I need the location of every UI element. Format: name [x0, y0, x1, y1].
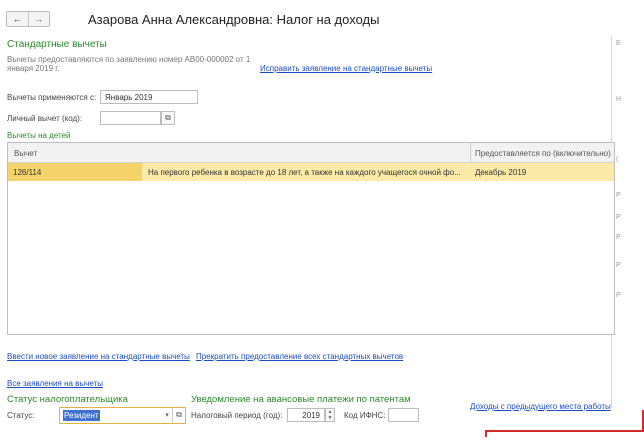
tax-period-label: Налоговый период (год):	[191, 411, 283, 420]
right-edge-mark: Р	[616, 292, 621, 299]
stop-all-deductions-link[interactable]: Прекратить предоставление всех стандартн…	[196, 352, 403, 361]
deductions-table[interactable]: Вычет Предоставляется по (включительно) …	[7, 142, 615, 335]
standard-deductions-heading: Стандартные вычеты	[7, 39, 107, 50]
tax-period-field[interactable]: 2019	[287, 408, 325, 422]
taxpayer-status-heading: Статус налогоплательщика	[7, 394, 128, 405]
applies-from-label: Вычеты применяются с:	[7, 93, 97, 102]
row-description[interactable]: На первого ребенка в возрасте до 18 лет,…	[148, 168, 466, 177]
personal-deduction-label: Личный вычет (код):	[7, 114, 83, 123]
status-value: Резидент	[63, 410, 100, 421]
right-edge-mark: Р	[616, 234, 621, 241]
patent-notification-heading: Уведомление на авансовые платежи по пате…	[191, 394, 411, 405]
ifns-code-label: Код ИФНС:	[344, 411, 386, 420]
column-header-deduction[interactable]: Вычет	[14, 149, 37, 158]
back-arrow-icon[interactable]: ←	[7, 12, 29, 26]
open-icon[interactable]: ⧉	[172, 408, 185, 423]
column-header-until[interactable]: Предоставляется по (включительно)	[475, 149, 611, 158]
right-edge-mark: Р	[616, 214, 621, 221]
personal-deduction-field[interactable]	[100, 111, 161, 125]
open-icon[interactable]: ⧉	[161, 111, 175, 125]
navigation-buttons: ← →	[6, 11, 50, 27]
table-row[interactable]: 126/114 На первого ребенка в возрасте до…	[8, 163, 614, 181]
chevron-down-icon[interactable]: ▾	[162, 408, 172, 423]
column-separator	[470, 143, 471, 163]
right-edge-mark: (	[616, 156, 619, 163]
applies-from-field[interactable]: Январь 2019	[100, 90, 198, 104]
highlight-frame-bottom	[485, 430, 644, 432]
right-edge-mark: Е	[616, 40, 621, 47]
status-label: Статус:	[7, 411, 35, 420]
fix-application-link[interactable]: Исправить заявление на стандартные вычет…	[260, 64, 432, 73]
window-title: Азарова Анна Александровна: Налог на дох…	[88, 12, 380, 27]
new-application-link[interactable]: Ввести новое заявление на стандартные вы…	[7, 352, 190, 361]
right-edge-mark: Р	[616, 262, 621, 269]
ifns-code-field[interactable]	[388, 408, 419, 422]
application-info-line1: Вычеты предоставляются по заявлению номе…	[7, 55, 251, 64]
right-edge-mark: Р	[616, 192, 621, 199]
highlight-frame-left	[485, 430, 487, 437]
children-deductions-heading: Вычеты на детей	[7, 131, 71, 140]
row-code[interactable]: 126/114	[8, 163, 142, 181]
status-select[interactable]: Резидент ▾ ⧉	[59, 407, 186, 424]
forward-arrow-icon[interactable]: →	[29, 12, 50, 26]
right-edge-mark: Н	[616, 96, 622, 103]
application-info-line2: января 2019 г.	[7, 64, 60, 73]
table-header: Вычет Предоставляется по (включительно)	[8, 143, 614, 163]
row-until[interactable]: Декабрь 2019	[475, 168, 526, 177]
highlight-frame	[485, 410, 644, 437]
year-stepper[interactable]: ▲ ▼	[325, 408, 335, 422]
all-applications-link[interactable]: Все заявления на вычеты	[7, 379, 103, 388]
